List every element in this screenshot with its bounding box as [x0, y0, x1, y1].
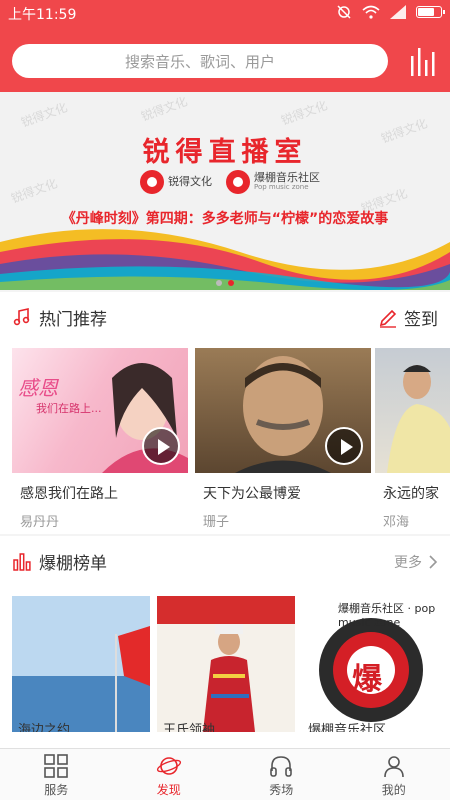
status-bar: 上午11:59: [0, 0, 450, 26]
hot-card[interactable]: 天下为公最博爱 珊子: [195, 348, 371, 530]
headphones-icon: [270, 756, 293, 777]
banner-title: 锐得直播室: [142, 137, 308, 168]
popmusic-logo-icon: [226, 170, 250, 194]
sea-photo: [12, 596, 150, 732]
artist-name: 邓海: [383, 515, 410, 530]
popmusic-logo: 爆棚音乐社区 Pop music zone: [226, 170, 320, 194]
cover-text: 爆: [352, 662, 382, 697]
pager-dot-active: [228, 280, 234, 286]
search-input[interactable]: 搜索音乐、歌词、用户: [12, 44, 388, 78]
song-name: 感恩我们在路上: [20, 486, 118, 502]
status-time: 上午11:59: [8, 7, 77, 23]
song-name: 天下为公最博爱: [203, 486, 301, 502]
rank-section-header: 爆棚榜单 更多: [0, 536, 450, 586]
performer-photo: [157, 596, 295, 732]
rank-caption: 王氏领袖: [163, 723, 216, 732]
singer-portrait: [387, 365, 450, 473]
chart-bars-icon: [13, 553, 31, 571]
rank-list: 海边之约 王氏领袖 爆棚音乐社区 · pop music zone 爆 爆棚音乐…: [0, 586, 450, 748]
cover-text: 感恩: [18, 376, 58, 400]
more-link[interactable]: 更多: [394, 552, 438, 572]
ruide-logo-text: 锐得文化: [168, 174, 212, 188]
equalizer-icon[interactable]: [408, 46, 440, 78]
song-name: 永远的家: [383, 486, 439, 502]
music-note-icon: [13, 308, 30, 326]
rank-card[interactable]: 爆棚音乐社区 · pop music zone 爆 爆棚音乐社区: [302, 596, 440, 732]
hot-section-title: 热门推荐: [39, 310, 107, 330]
nav-label: 服务: [44, 783, 69, 797]
app-header: 搜索音乐、歌词、用户: [0, 26, 450, 92]
pager-dot: [216, 280, 222, 286]
status-icons: [336, 4, 445, 20]
rank-section-title: 爆棚榜单: [39, 554, 107, 574]
popmusic-logo-sub: Pop music zone: [254, 183, 309, 192]
checkin-label: 签到: [404, 310, 438, 330]
more-label: 更多: [394, 555, 422, 571]
mute-alarm-icon: [337, 5, 351, 19]
hot-section-header: 热门推荐 签到: [0, 292, 450, 342]
banner-pager: [0, 280, 450, 286]
rank-caption: 海边之约: [18, 723, 71, 732]
ruide-logo: 锐得文化: [140, 170, 212, 194]
banner-logos: 锐得文化 爆棚音乐社区 Pop music zone: [140, 170, 320, 194]
hot-cover-3: [375, 348, 450, 473]
person-icon: [383, 756, 404, 778]
artist-name: 易丹丹: [20, 515, 60, 530]
checkin-button[interactable]: 签到: [378, 305, 438, 330]
wifi-icon: [362, 5, 380, 19]
grid-icon: [44, 754, 69, 778]
popmusic-logo-text: 爆棚音乐社区 Pop music zone: [254, 172, 320, 192]
hot-cover-1: 感恩 我们在路上...: [12, 348, 188, 473]
nav-label: 发现: [156, 783, 181, 797]
hot-cover-2: [195, 348, 371, 473]
cover-text: 我们在路上...: [36, 402, 102, 415]
rank-card[interactable]: 海边之约: [12, 596, 150, 732]
bottom-nav: 服务 发现 秀场 我的: [0, 748, 450, 800]
battery-icon: [416, 6, 445, 18]
nav-label: 秀场: [269, 783, 294, 797]
nav-discover[interactable]: 发现: [113, 749, 226, 800]
nav-label: 我的: [381, 783, 406, 797]
promo-banner[interactable]: 锐得文化 锐得文化 锐得文化 锐得文化 锐得文化 锐得文化 锐得直播室 锐得文化…: [0, 92, 450, 290]
popmusic-logo-name: 爆棚音乐社区: [254, 171, 320, 185]
artist-name: 珊子: [203, 515, 230, 530]
chevron-right-icon: [429, 555, 438, 569]
nav-service[interactable]: 服务: [0, 749, 113, 800]
play-button[interactable]: [325, 427, 363, 465]
search-placeholder: 搜索音乐、歌词、用户: [124, 52, 275, 71]
pencil-icon: [379, 309, 397, 328]
cover-ring-text: 爆棚音乐社区 · pop music zone: [338, 602, 436, 629]
nav-show[interactable]: 秀场: [225, 749, 338, 800]
nav-mine[interactable]: 我的: [338, 749, 450, 800]
rank-card[interactable]: 王氏领袖: [157, 596, 295, 732]
hot-card[interactable]: 感恩 我们在路上... 感恩我们在路上 易丹丹: [12, 348, 188, 530]
rank-caption: 爆棚音乐社区: [308, 723, 387, 732]
banner-subtitle: 《丹峰时刻》第四期：多多老师与“柠檬”的恋爱故事: [61, 211, 389, 227]
planet-icon: [156, 757, 181, 775]
ruide-logo-icon: [140, 170, 164, 194]
hot-list: 感恩 我们在路上... 感恩我们在路上 易丹丹 天下为公最博爱 珊子 永远的家 …: [0, 342, 450, 534]
hot-card[interactable]: 永远的家 邓海: [375, 348, 450, 530]
play-button[interactable]: [142, 427, 180, 465]
signal-icon: [390, 5, 406, 19]
